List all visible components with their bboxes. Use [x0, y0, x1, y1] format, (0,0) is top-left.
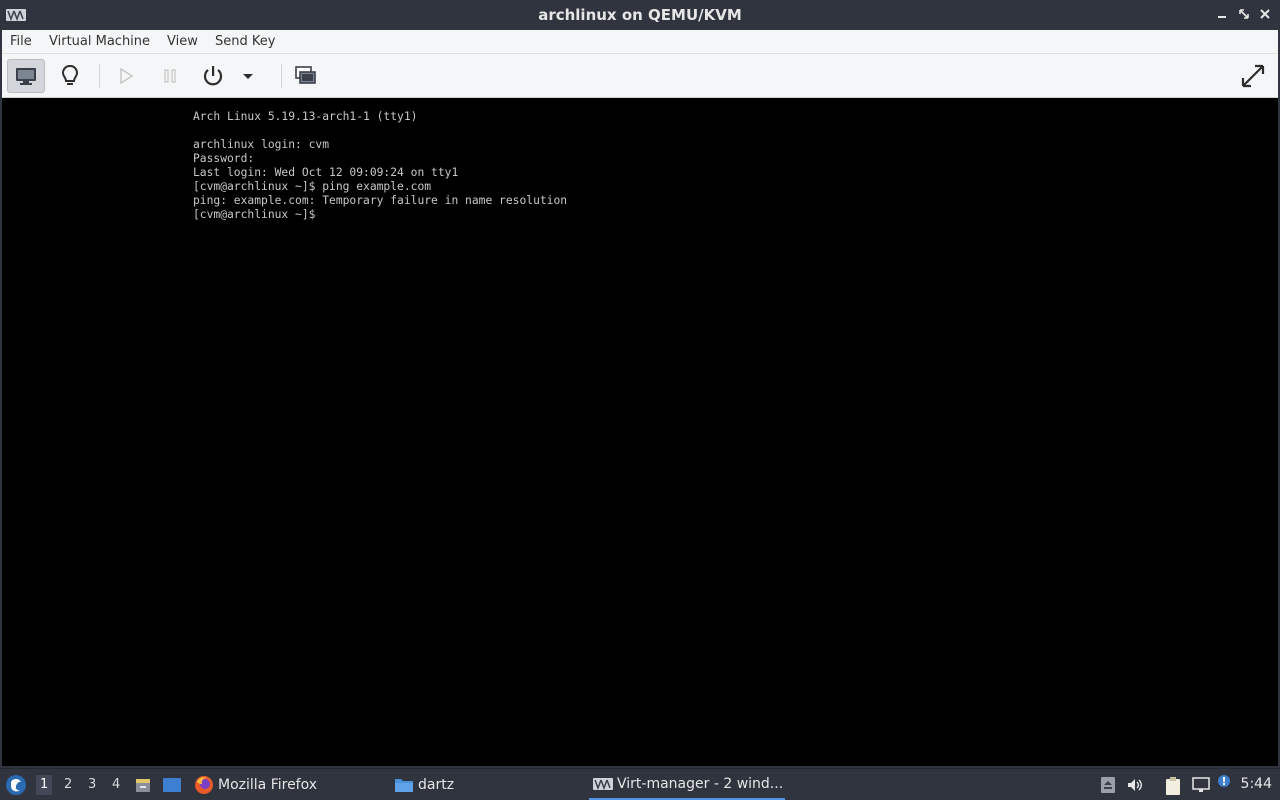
pause-icon	[164, 69, 176, 83]
volume-icon	[1128, 779, 1142, 791]
toolbar	[2, 54, 1278, 98]
shutdown-button[interactable]	[194, 59, 232, 93]
clipboard-icon	[1166, 777, 1180, 795]
titlebar[interactable]: archlinux on QEMU/KVM	[0, 0, 1280, 30]
vm-window: archlinux on QEMU/KVM File Virtual Machi…	[0, 0, 1280, 768]
task-virt-manager[interactable]: Virt-manager - 2 wind...	[589, 769, 785, 800]
lxqt-menu-icon	[6, 775, 26, 795]
console-line: Last login: Wed Oct 12 09:09:24 on tty1	[193, 166, 459, 179]
window-title: archlinux on QEMU/KVM	[538, 6, 742, 24]
task-label: dartz	[418, 776, 455, 793]
start-menu-button[interactable]	[5, 774, 27, 796]
console-line: [cvm@archlinux ~]$ ping example.com	[193, 180, 432, 193]
workspace-4[interactable]: 4	[112, 777, 120, 792]
tray-network[interactable]	[1191, 776, 1210, 794]
network-icon	[1192, 777, 1210, 792]
menu-virtual-machine[interactable]: Virtual Machine	[49, 34, 150, 49]
menu-send-key[interactable]: Send Key	[215, 34, 275, 49]
console-line: Password:	[193, 152, 255, 165]
workspace-1[interactable]: 1	[36, 775, 53, 795]
file-cabinet-icon	[136, 779, 150, 792]
toolbar-separator	[99, 64, 100, 88]
file-manager-launcher[interactable]	[134, 776, 152, 794]
snapshots-button[interactable]	[287, 59, 325, 93]
menubar: File Virtual Machine View Send Key	[2, 30, 1278, 54]
menu-view[interactable]: View	[167, 34, 198, 49]
console-icon	[16, 68, 36, 85]
clock[interactable]: 5:44	[1241, 776, 1272, 792]
task-dartz[interactable]: dartz	[394, 769, 454, 800]
workspace-2[interactable]: 2	[64, 777, 72, 792]
tray-volume[interactable]	[1126, 776, 1144, 794]
lightbulb-icon	[61, 64, 79, 85]
desktop-icon	[163, 778, 181, 792]
shutdown-menu-button[interactable]	[233, 59, 263, 93]
dropdown-arrow-icon	[243, 74, 253, 79]
play-icon	[120, 67, 134, 85]
fullscreen-button[interactable]	[1234, 59, 1272, 93]
vm-console[interactable]: Arch Linux 5.19.13-arch1-1 (tty1) archli…	[2, 98, 1278, 766]
pause-button[interactable]	[151, 59, 189, 93]
folder-icon	[395, 778, 413, 792]
firefox-icon	[195, 775, 213, 794]
run-button[interactable]	[107, 59, 145, 93]
power-icon	[203, 66, 223, 86]
virt-manager-icon	[593, 777, 613, 790]
maximize-button[interactable]	[1234, 4, 1254, 24]
taskbar: 1 2 3 4 Mozilla Firefox dartz Virt-manag…	[0, 768, 1280, 800]
fullscreen-icon	[1241, 64, 1265, 88]
close-icon	[1260, 9, 1270, 19]
minimize-button[interactable]	[1212, 4, 1232, 24]
console-view-button[interactable]	[7, 59, 45, 93]
toolbar-separator	[281, 64, 282, 88]
console-line: ping: example.com: Temporary failure in …	[193, 194, 568, 207]
minimize-icon	[1218, 16, 1226, 18]
task-firefox[interactable]: Mozilla Firefox	[194, 769, 317, 800]
close-button[interactable]	[1255, 4, 1275, 24]
console-line: [cvm@archlinux ~]$	[193, 208, 316, 221]
maximize-icon	[1239, 9, 1249, 19]
menu-file[interactable]: File	[10, 34, 32, 49]
task-label: Mozilla Firefox	[218, 776, 318, 793]
workspace-3[interactable]: 3	[88, 777, 96, 792]
task-label: Virt-manager - 2 wind...	[617, 775, 784, 792]
details-view-button[interactable]	[51, 59, 89, 93]
console-line: Arch Linux 5.19.13-arch1-1 (tty1)	[193, 110, 418, 123]
tray-clipboard[interactable]	[1163, 776, 1181, 795]
eject-icon	[1101, 777, 1115, 793]
info-icon	[1218, 775, 1230, 787]
tray-notification[interactable]	[1216, 773, 1234, 791]
show-desktop-launcher[interactable]	[162, 776, 182, 794]
tray-removable-media[interactable]	[1099, 776, 1117, 794]
console-line: archlinux login: cvm	[193, 138, 330, 151]
snapshot-icon	[295, 66, 316, 84]
